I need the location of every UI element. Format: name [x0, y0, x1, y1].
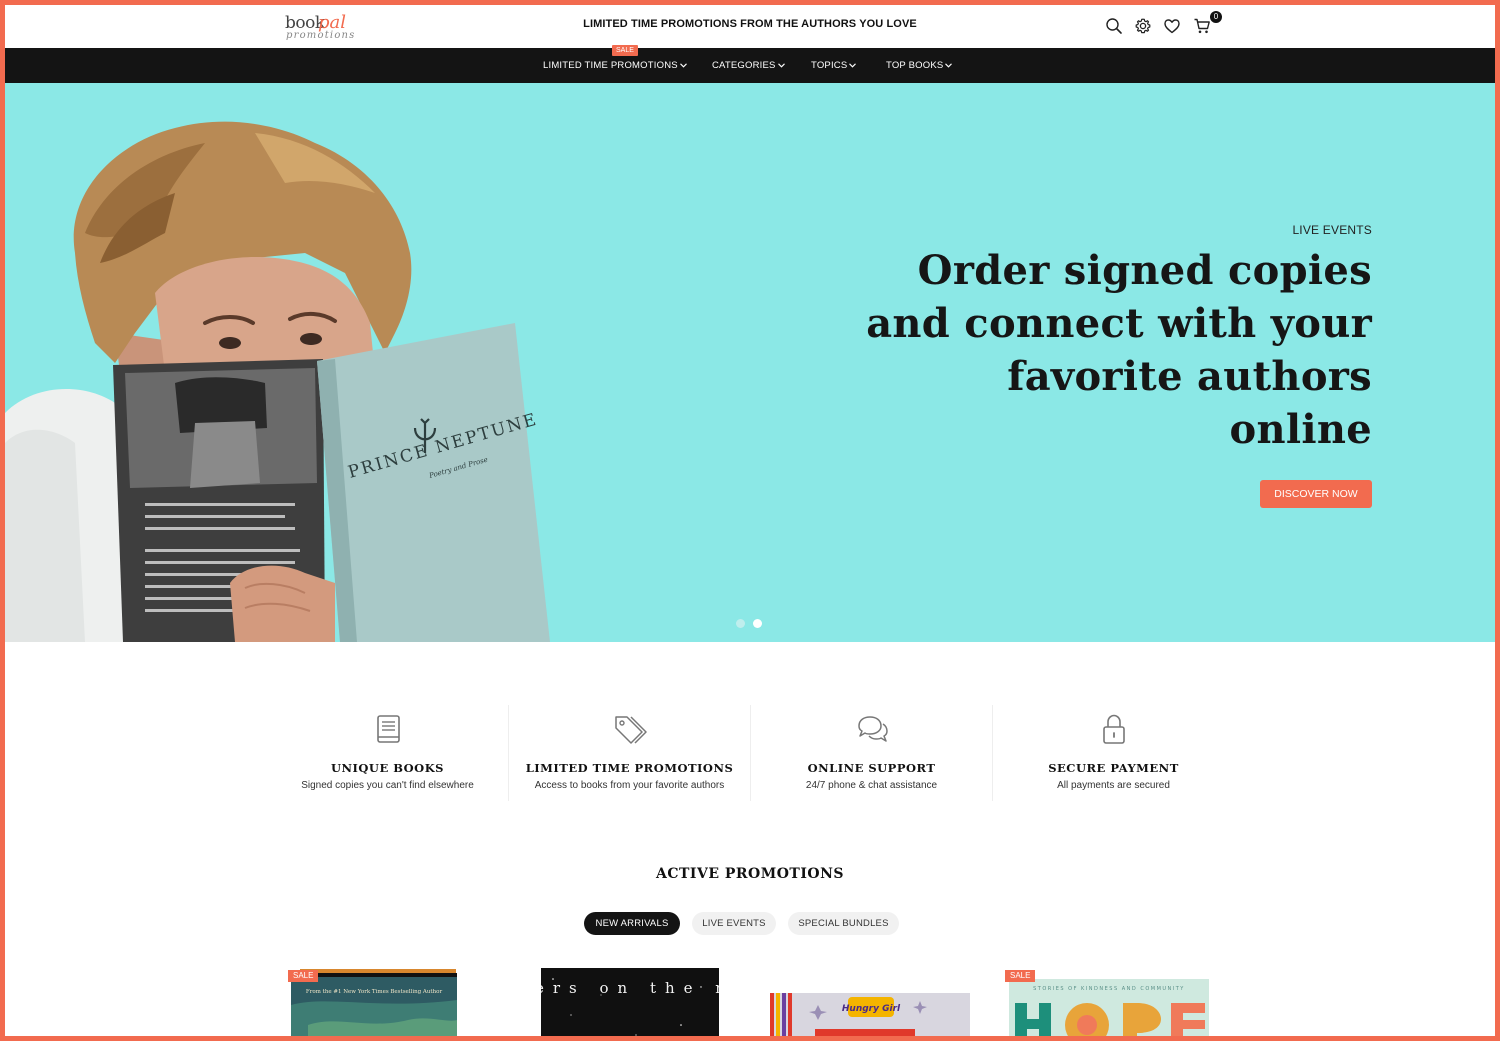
nav-item-top-books[interactable]: TOP BOOKS — [886, 60, 953, 71]
hero-banner: PRINCE NEPTUNE Poetry and Prose LIVE EVE… — [5, 83, 1495, 642]
cart-count-badge: 0 — [1210, 11, 1222, 23]
product-card[interactable]: From the #1 New York Times Bestselling A… — [288, 965, 460, 1036]
chat-icon — [858, 716, 888, 742]
cart-icon[interactable] — [1193, 17, 1211, 35]
feature-subtitle: 24/7 phone & chat assistance — [805, 780, 938, 791]
logo-text-sub: promotions — [286, 30, 356, 41]
nav-item-label: LIMITED TIME PROMOTIONS — [543, 60, 678, 71]
product-card[interactable]: Hungry Girl — [770, 965, 970, 1036]
search-icon[interactable] — [1105, 17, 1123, 35]
hero-eyebrow: LIVE EVENTS — [1292, 223, 1372, 237]
chevron-down-icon — [777, 63, 785, 68]
product-cover-text: From the #1 New York Times Bestselling A… — [306, 989, 443, 995]
feature-secure-payment: SECURE PAYMENT All payments are secured — [993, 705, 1234, 801]
product-cover: flowers on the moon — [541, 968, 719, 1036]
section-title: ACTIVE PROMOTIONS — [656, 866, 844, 882]
feature-title: LIMITED TIME PROMOTIONS — [525, 761, 734, 775]
nav-item-topics[interactable]: TOPICS — [811, 60, 857, 71]
feature-online-support: ONLINE SUPPORT 24/7 phone & chat assista… — [751, 705, 992, 801]
main-nav: LIMITED TIME PROMOTIONS CATEGORIES TOPIC… — [5, 48, 1495, 83]
slider-dot-active[interactable] — [753, 619, 762, 628]
product-card[interactable]: STORIES OF KINDNESS AND COMMUNITY SALE — [1005, 965, 1215, 1036]
feature-title: ONLINE SUPPORT — [807, 761, 936, 775]
feature-subtitle: Access to books from your favorite autho… — [534, 780, 725, 791]
product-cover: STORIES OF KINDNESS AND COMMUNITY — [1009, 979, 1209, 1036]
feature-subtitle: Signed copies you can't find elsewhere — [301, 780, 474, 791]
nav-item-limited-time-promotions[interactable]: LIMITED TIME PROMOTIONS — [543, 60, 687, 71]
lock-icon — [1103, 714, 1125, 744]
chevron-down-icon — [849, 63, 857, 68]
tags-icon — [615, 716, 647, 744]
book-icon — [377, 715, 400, 743]
product-cover-text: Hungry Girl — [842, 1004, 901, 1014]
nav-item-label: CATEGORIES — [712, 60, 776, 71]
tab-live-events[interactable]: LIVE EVENTS — [692, 912, 776, 935]
tab-special-bundles[interactable]: SPECIAL BUNDLES — [788, 912, 899, 935]
site-header: book pal promotions LIMITED TIME PROMOTI… — [5, 5, 1495, 48]
nav-item-label: TOP BOOKS — [886, 60, 944, 71]
feature-strip: UNIQUE BOOKS Signed copies you can't fin… — [267, 705, 1235, 801]
product-card[interactable]: flowers on the moon — [541, 965, 719, 1036]
feature-title: SECURE PAYMENT — [1048, 761, 1179, 775]
feature-limited-time-promotions: LIMITED TIME PROMOTIONS Access to books … — [509, 705, 750, 801]
nav-item-categories[interactable]: CATEGORIES — [712, 60, 785, 71]
sale-badge: SALE — [1005, 970, 1036, 982]
heart-icon[interactable] — [1163, 17, 1181, 35]
sale-badge: SALE — [288, 970, 319, 982]
feature-title: UNIQUE BOOKS — [330, 761, 444, 775]
feature-subtitle: All payments are secured — [1057, 780, 1170, 791]
tab-new-arrivals[interactable]: NEW ARRIVALS — [584, 912, 680, 935]
product-cover: Hungry Girl — [770, 993, 970, 1036]
product-cover-text: STORIES OF KINDNESS AND COMMUNITY — [1033, 986, 1185, 992]
page: book pal promotions LIMITED TIME PROMOTI… — [5, 5, 1495, 1036]
chevron-down-icon — [679, 63, 687, 68]
hero-image: PRINCE NEPTUNE Poetry and Prose — [5, 121, 550, 642]
sale-badge: SALE — [612, 45, 638, 56]
discover-now-button[interactable]: DISCOVER NOW — [1260, 480, 1372, 508]
gear-icon[interactable] — [1134, 17, 1152, 35]
slider-dot[interactable] — [736, 619, 745, 628]
feature-unique-books: UNIQUE BOOKS Signed copies you can't fin… — [267, 705, 508, 801]
promo-announcement: LIMITED TIME PROMOTIONS FROM THE AUTHORS… — [583, 18, 917, 30]
product-cover-text: flowers on the moon — [541, 979, 719, 997]
chevron-down-icon — [945, 63, 953, 68]
hero-title: Order signed copies and connect with you… — [866, 247, 1372, 453]
nav-item-label: TOPICS — [811, 60, 848, 71]
